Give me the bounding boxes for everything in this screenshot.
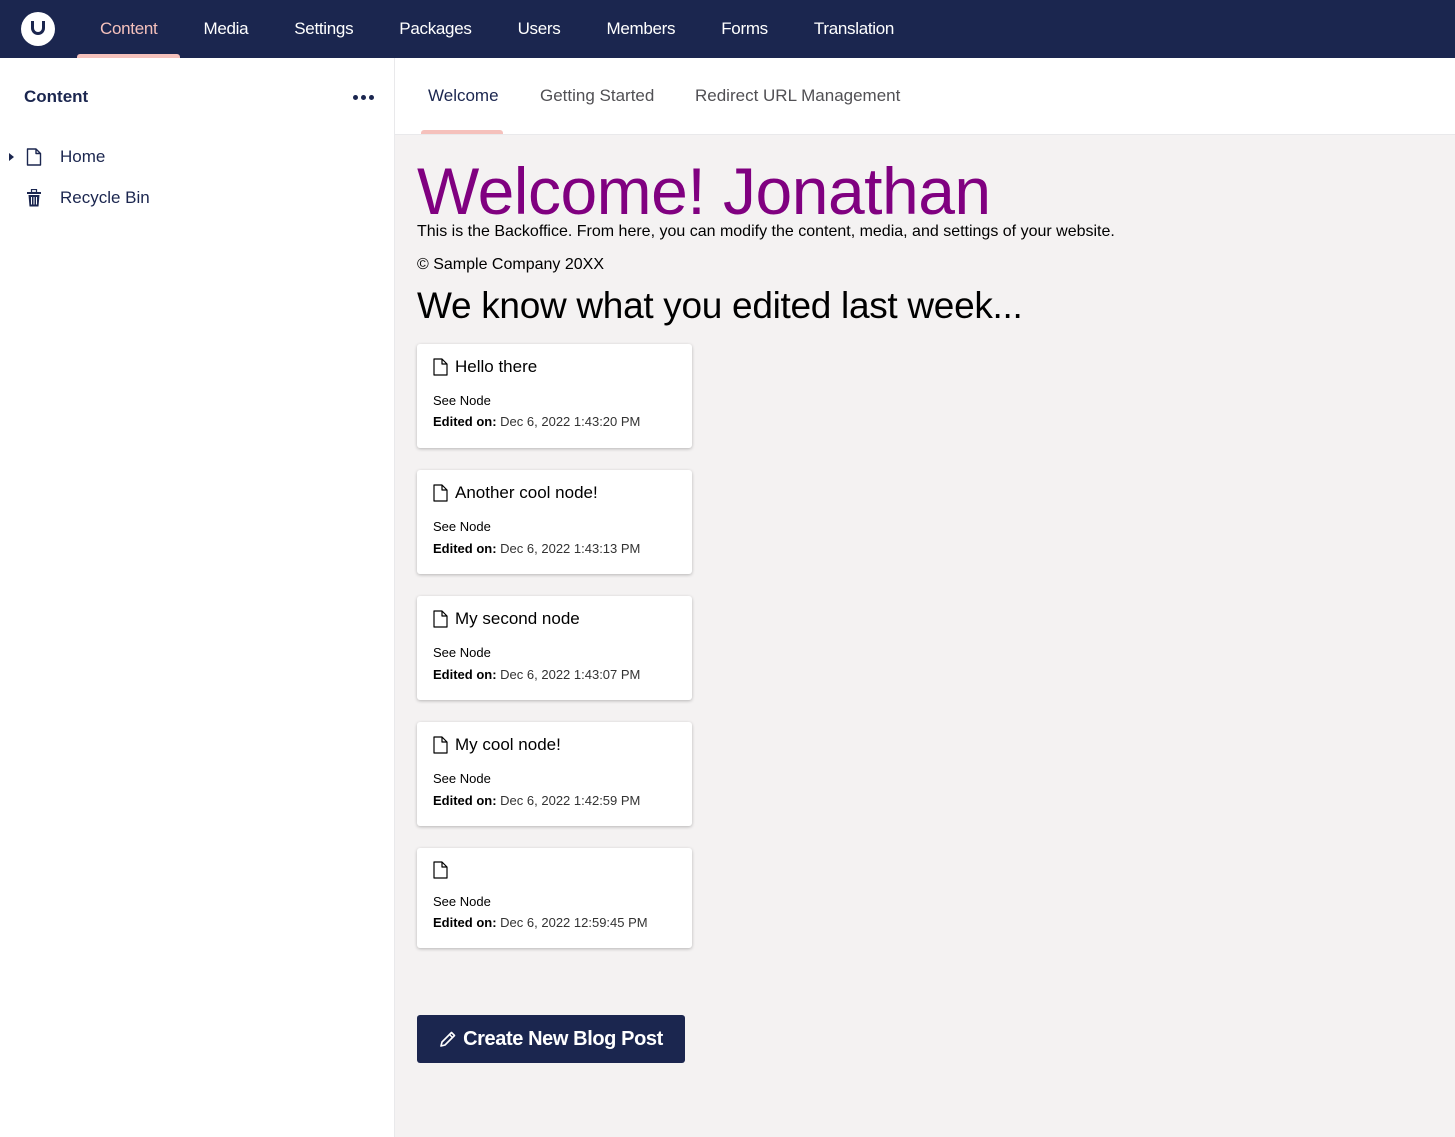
node-title: Hello there — [455, 357, 538, 376]
see-node-link[interactable]: See Node — [433, 393, 491, 408]
sidebar-header: Content — [0, 58, 394, 136]
more-dots-icon[interactable] — [353, 89, 374, 106]
edited-on: Edited on: Dec 6, 2022 1:43:20 PM — [433, 414, 640, 429]
nav-members[interactable]: Members — [583, 0, 698, 58]
nav-packages[interactable]: Packages — [376, 0, 494, 58]
nav-forms[interactable]: Forms — [698, 0, 791, 58]
node-card: My second node See Node Edited on: Dec 6… — [417, 596, 692, 700]
create-button-label: Create New Blog Post — [463, 1027, 663, 1050]
create-blog-post-button[interactable]: Create New Blog Post — [417, 1015, 685, 1063]
sidebar-title: Content — [24, 87, 89, 106]
intro-text: This is the Backoffice. From here, you c… — [417, 223, 1115, 240]
document-icon — [433, 861, 448, 879]
umbraco-logo-icon[interactable] — [21, 12, 55, 46]
node-card-title: Another cool node! — [433, 483, 598, 503]
main-nav: Content Media Settings Packages Users Me… — [77, 0, 917, 58]
node-card-title: Hello there — [433, 357, 537, 377]
edited-label: Edited on: — [433, 667, 497, 682]
edited-date: Dec 6, 2022 1:43:13 PM — [500, 541, 641, 556]
tree-item-home[interactable]: Home — [0, 136, 394, 177]
tree-item-recycle-bin[interactable]: Recycle Bin — [0, 177, 394, 218]
edited-date: Dec 6, 2022 12:59:45 PM — [500, 915, 648, 930]
node-card: See Node Edited on: Dec 6, 2022 12:59:45… — [417, 848, 692, 948]
tree-item-label: Recycle Bin — [60, 187, 150, 207]
document-icon — [433, 610, 448, 628]
edited-label: Edited on: — [433, 541, 497, 556]
edited-label: Edited on: — [433, 793, 497, 808]
node-title: My second node — [455, 609, 580, 628]
node-card: Hello there See Node Edited on: Dec 6, 2… — [417, 344, 692, 448]
recent-edits-heading: We know what you edited last week... — [417, 285, 1023, 326]
see-node-link[interactable]: See Node — [433, 519, 491, 534]
see-node-link[interactable]: See Node — [433, 645, 491, 660]
node-title: My cool node! — [455, 735, 561, 754]
active-tab-indicator — [421, 130, 503, 134]
document-icon — [433, 736, 448, 754]
welcome-heading: Welcome! Jonathan — [417, 154, 991, 228]
content-tree-sidebar: Content Home Recycle Bin — [0, 58, 395, 1137]
edited-on: Edited on: Dec 6, 2022 1:43:13 PM — [433, 541, 640, 556]
edited-date: Dec 6, 2022 1:42:59 PM — [500, 793, 641, 808]
edited-on: Edited on: Dec 6, 2022 1:42:59 PM — [433, 793, 640, 808]
edited-on: Edited on: Dec 6, 2022 12:59:45 PM — [433, 915, 648, 930]
node-title: Another cool node! — [455, 483, 598, 502]
nav-media[interactable]: Media — [180, 0, 271, 58]
node-card-title — [433, 861, 455, 879]
edited-label: Edited on: — [433, 915, 497, 930]
node-card: My cool node! See Node Edited on: Dec 6,… — [417, 722, 692, 826]
edited-date: Dec 6, 2022 1:43:07 PM — [500, 667, 641, 682]
node-card-title: My cool node! — [433, 735, 561, 755]
tree-item-label: Home — [60, 146, 106, 166]
pencil-icon — [440, 1031, 456, 1047]
dashboard-tabs: Welcome Getting Started Redirect URL Man… — [395, 58, 1455, 135]
edited-on: Edited on: Dec 6, 2022 1:43:07 PM — [433, 667, 640, 682]
nav-translation[interactable]: Translation — [791, 0, 917, 58]
expand-caret-icon[interactable] — [9, 152, 14, 161]
see-node-link[interactable]: See Node — [433, 894, 491, 909]
edited-date: Dec 6, 2022 1:43:20 PM — [500, 414, 641, 429]
tab-welcome[interactable]: Welcome — [428, 58, 499, 134]
nav-settings[interactable]: Settings — [271, 0, 376, 58]
tab-redirect-url-management[interactable]: Redirect URL Management — [695, 58, 900, 134]
tab-getting-started[interactable]: Getting Started — [540, 58, 654, 134]
trash-icon — [27, 188, 41, 206]
node-card: Another cool node! See Node Edited on: D… — [417, 470, 692, 574]
nav-content[interactable]: Content — [77, 0, 181, 58]
copyright-text: © Sample Company 20XX — [417, 256, 604, 273]
node-card-title: My second node — [433, 609, 580, 629]
top-bar: Content Media Settings Packages Users Me… — [0, 0, 1455, 58]
document-icon — [433, 358, 448, 376]
document-icon — [433, 484, 448, 502]
document-icon — [26, 147, 42, 166]
nav-users[interactable]: Users — [495, 0, 584, 58]
edited-label: Edited on: — [433, 414, 497, 429]
see-node-link[interactable]: See Node — [433, 771, 491, 786]
